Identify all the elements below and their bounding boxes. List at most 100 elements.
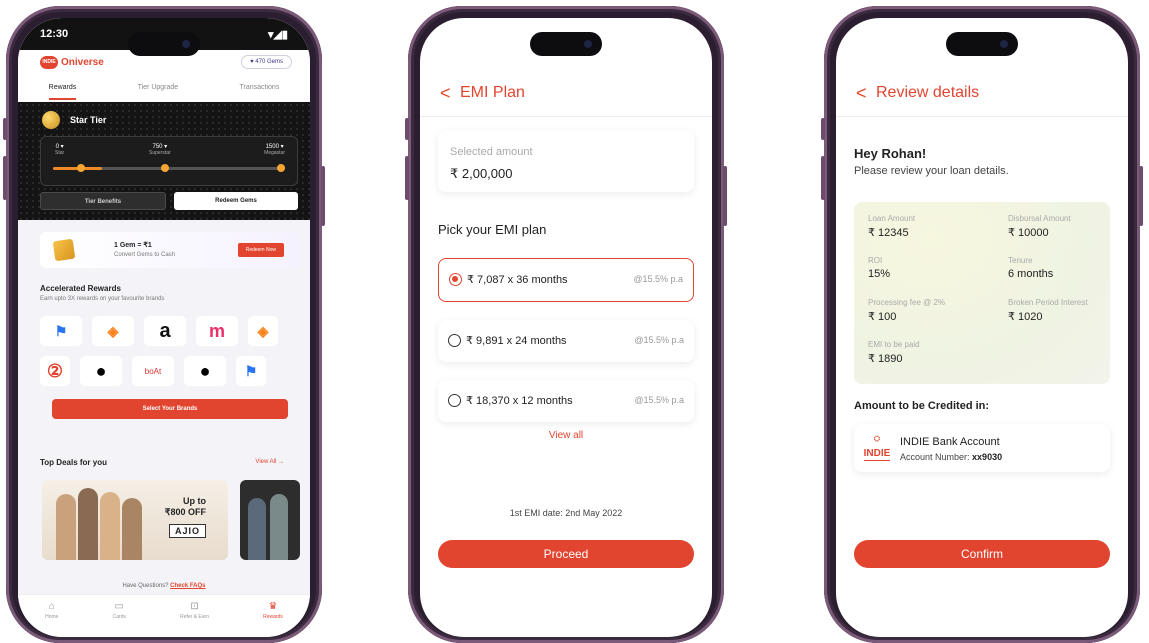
model-figure (56, 494, 76, 560)
detail-label: Tenure (1008, 256, 1033, 265)
tier-coin-icon (42, 111, 60, 129)
select-brands-button[interactable]: Select Your Brands (52, 399, 288, 419)
tier-level-megastar: 1500 ▾ Megastar (264, 143, 285, 156)
phone-side-button (821, 156, 825, 200)
radio-icon[interactable] (448, 394, 461, 407)
bank-logo-mark: ⛭ (873, 434, 881, 443)
model-figure (78, 488, 98, 560)
radio-icon[interactable] (448, 334, 461, 347)
detail-label: ROI (868, 256, 883, 265)
account-number: xx9030 (972, 452, 1003, 462)
emi-plan-screen: < EMI Plan Selected amount ₹ 2,00,000 Pi… (420, 18, 712, 637)
view-all-plans-link[interactable]: View all (420, 430, 712, 441)
myntra-icon[interactable]: m (196, 316, 238, 346)
app-brand: INDIE Oniverse (40, 56, 104, 69)
tier-level-superstar: 750 ▾ Superstar (149, 143, 171, 156)
card-icon: ▭ (114, 601, 124, 612)
plan-amount: ₹ 7,087 x 36 months (467, 274, 568, 286)
tier-progress-track (53, 167, 285, 170)
credit-account-label: Amount to be Credited in: (854, 400, 990, 412)
top-deals-title: Top Deals for you (40, 458, 107, 467)
phone-side-button (821, 118, 825, 140)
tab-transactions[interactable]: Transactions (240, 80, 280, 100)
accelerated-title: Accelerated Rewards (40, 284, 121, 293)
boat-icon[interactable]: boAt (132, 356, 174, 386)
emi-plan-option[interactable]: ₹ 18,370 x 12 months @15.5% p.a (438, 380, 694, 422)
detail-value: 15% (868, 268, 891, 280)
swiggy-icon[interactable]: ◈ (92, 316, 134, 346)
loan-details-card: Loan Amount ₹ 12345 Disbursal Amount ₹ 1… (854, 202, 1110, 384)
phone-side-button (3, 156, 7, 200)
bank-logo-icon: ⛭ INDIE (860, 434, 894, 462)
nav-cards[interactable]: ▭ Cards (113, 601, 126, 637)
accelerated-subtitle: Earn upto 3X rewards on your favourite b… (40, 296, 165, 302)
tier-marker (161, 164, 169, 172)
bank-account-card[interactable]: ⛭ INDIE INDIE Bank Account Account Numbe… (854, 424, 1110, 472)
proceed-button[interactable]: Proceed (438, 540, 694, 568)
rewards-tabs: Rewards Tier Upgrade Transactions (18, 80, 310, 100)
redeem-now-button[interactable]: Redeem Now (237, 243, 284, 257)
tier-buttons: Tier Benefits Redeem Gems (40, 192, 298, 210)
deal-card-ajio[interactable]: Up to ₹800 OFF AJIO (42, 480, 228, 560)
detail-value: ₹ 1890 (868, 353, 903, 365)
nav-label: Cards (112, 614, 126, 620)
questions-text: Have Questions? (122, 583, 169, 589)
emi-plan-option[interactable]: ₹ 9,891 x 24 months @15.5% p.a (438, 320, 694, 362)
view-all-deals-link[interactable]: View All → (255, 459, 284, 465)
deal-card-next[interactable] (240, 480, 300, 560)
check-faqs-link[interactable]: Check FAQs (170, 583, 205, 589)
tier-progress-box: 0 ▾ Star 750 ▾ Superstar 1500 ▾ Megastar (40, 136, 298, 186)
bank-logo-word: INDIE (863, 448, 891, 461)
tier-marker (277, 164, 285, 172)
bank-name: INDIE Bank Account (900, 436, 1000, 448)
flipkart-icon[interactable]: ⚑ (40, 316, 82, 346)
nav-refer[interactable]: ⊡ Refer & Earn (180, 601, 209, 637)
nav-rewards[interactable]: ♛ Rewards (263, 601, 283, 637)
phone-review-details: < Review details Hey Rohan! Please revie… (821, 6, 1143, 643)
back-icon[interactable]: < (440, 84, 451, 102)
detail-roi: ROI 15% (868, 256, 890, 280)
plan-rate: @15.5% p.a (634, 335, 684, 345)
amazon-icon[interactable]: a (144, 316, 186, 346)
detail-label: Processing fee @ 2% (868, 298, 946, 307)
redeem-gems-button[interactable]: Redeem Gems (174, 192, 298, 210)
detail-disbursal-amount: Disbursal Amount ₹ 10000 (1008, 214, 1071, 239)
gems-balance-pill[interactable]: ♥ 470 Gems (241, 55, 292, 69)
confirm-button[interactable]: Confirm (854, 540, 1110, 568)
detail-broken-period-interest: Broken Period Interest ₹ 1020 (1008, 298, 1088, 323)
detail-label: EMI to be paid (868, 340, 920, 349)
swiggy-icon[interactable]: ◈ (248, 316, 278, 346)
tier-title: Star Tier (70, 115, 107, 125)
tab-tier-upgrade[interactable]: Tier Upgrade (138, 80, 179, 100)
status-bar: 12:30 ▾◢▮ (40, 28, 288, 41)
brand-2-icon[interactable]: ② (40, 356, 70, 386)
radio-selected-icon[interactable] (449, 273, 462, 286)
nav-home[interactable]: ⌂ Home (45, 601, 58, 637)
tier-benefits-button[interactable]: Tier Benefits (40, 192, 166, 210)
flipkart-icon[interactable]: ⚑ (236, 356, 266, 386)
status-icons: ▾◢▮ (267, 29, 288, 41)
detail-value: ₹ 1020 (1008, 311, 1043, 323)
detail-label: Disbursal Amount (1008, 214, 1071, 223)
plan-rate: @15.5% p.a (633, 274, 683, 284)
home-icon: ⌂ (48, 601, 55, 612)
page-title: EMI Plan (460, 84, 525, 101)
selected-amount-label: Selected amount (450, 146, 533, 158)
phone-side-button (1139, 166, 1143, 226)
pick-plan-title: Pick your EMI plan (438, 222, 547, 237)
ola-icon[interactable]: ● (80, 356, 122, 386)
ticket-icon: ⊡ (190, 601, 199, 612)
tab-rewards[interactable]: Rewards (48, 80, 77, 100)
emi-plan-option[interactable]: ₹ 7,087 x 36 months @15.5% p.a (438, 258, 694, 302)
selected-amount-value: ₹ 2,00,000 (450, 166, 513, 181)
detail-value: ₹ 12345 (868, 227, 909, 239)
conversion-title: 1 Gem = ₹1 (114, 242, 152, 249)
dynamic-island (946, 32, 1018, 56)
nav-label: Home (45, 614, 59, 620)
gem-coins-icon (52, 238, 76, 262)
account-prefix: Account Number: (900, 452, 970, 462)
phone-side-button (405, 156, 409, 200)
ola-icon[interactable]: ● (184, 356, 226, 386)
first-emi-date: 1st EMI date: 2nd May 2022 (509, 508, 623, 518)
back-icon[interactable]: < (856, 84, 867, 102)
